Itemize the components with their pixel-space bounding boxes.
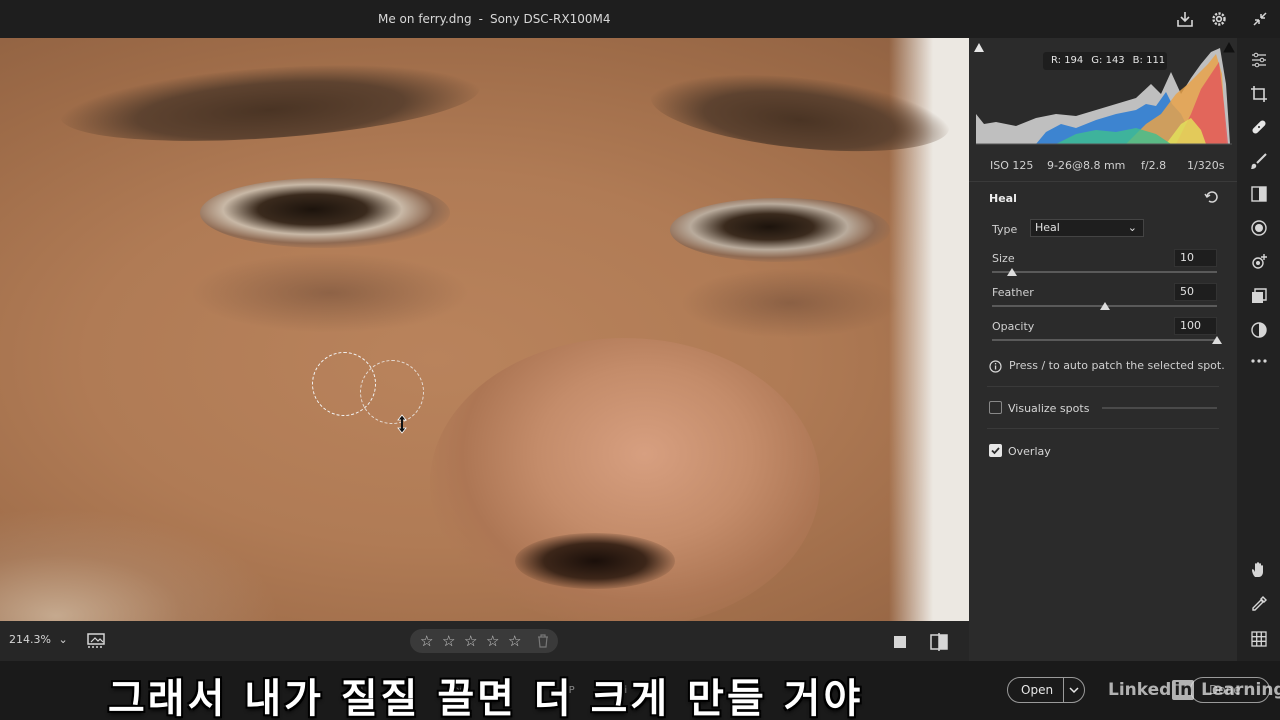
linear-gradient-icon[interactable]	[1250, 185, 1268, 203]
rgb-g-value: G: 143	[1091, 55, 1125, 66]
grid-icon[interactable]	[1250, 630, 1268, 648]
move-cursor-icon	[397, 414, 407, 434]
edit-sliders-icon[interactable]	[1250, 51, 1268, 69]
highlight-clipping-icon[interactable]	[1223, 42, 1235, 54]
overlay-label: Overlay	[1008, 445, 1051, 458]
open-button[interactable]: Open	[1007, 677, 1085, 703]
exif-lens: 9-26@8.8 mm	[1047, 159, 1126, 172]
feather-label: Feather	[992, 286, 1034, 299]
file-name: Me on ferry.dng	[378, 12, 472, 26]
panel-divider	[987, 386, 1219, 387]
panel-divider	[969, 181, 1237, 182]
camera-name: Sony DSC-RX100M4	[489, 12, 611, 26]
rgb-r-value: R: 194	[1051, 55, 1084, 66]
size-label: Size	[992, 252, 1015, 265]
size-slider-thumb[interactable]	[1007, 268, 1018, 276]
feather-slider-thumb[interactable]	[1099, 302, 1110, 310]
healing-bandage-icon[interactable]	[1250, 118, 1268, 136]
heal-target-spot[interactable]	[360, 360, 424, 424]
star-rating[interactable]: ☆ ☆ ☆ ☆ ☆	[410, 629, 558, 653]
chevron-down-icon[interactable]	[1068, 685, 1080, 695]
type-select[interactable]: Heal ⌄	[1030, 219, 1144, 237]
star-4[interactable]: ☆	[486, 632, 499, 650]
zoom-level: 214.3%	[9, 633, 51, 646]
exif-aperture: f/2.8	[1141, 159, 1167, 172]
crop-icon[interactable]	[1250, 85, 1268, 103]
document-title: Me on ferry.dng - Sony DSC-RX100M4	[378, 12, 610, 26]
open-button-divider	[1063, 678, 1064, 702]
title-bar: Me on ferry.dng - Sony DSC-RX100M4	[0, 0, 1280, 38]
video-subtitle: 그래서 내가 질질 끌면 더 크게 만들 거야	[108, 676, 864, 720]
canvas-toolbar: 214.3% ⌄ ☆ ☆ ☆ ☆ ☆	[0, 621, 969, 661]
checkmark-icon	[991, 447, 1000, 455]
overlay-checkbox[interactable]	[989, 444, 1002, 457]
type-label: Type	[992, 223, 1018, 236]
feather-input[interactable]: 50	[1174, 283, 1217, 301]
info-icon	[989, 360, 1002, 373]
rgb-b-value: B: 111	[1132, 55, 1166, 66]
photo-left-eyebrow	[58, 53, 482, 153]
hand-icon[interactable]	[1250, 561, 1268, 579]
single-view-icon[interactable]	[892, 634, 908, 650]
reset-icon[interactable]	[1204, 190, 1220, 204]
filmstrip-icon[interactable]	[86, 632, 106, 650]
title-separator: -	[478, 12, 483, 26]
watermark-learning: Learning	[1195, 680, 1280, 700]
save-icon[interactable]	[1176, 10, 1194, 28]
eyedropper-icon[interactable]	[1250, 595, 1268, 613]
auto-patch-hint: Press / to auto patch the selected spot.	[1009, 359, 1225, 372]
star-3[interactable]: ☆	[464, 632, 477, 650]
opacity-label: Opacity	[992, 320, 1035, 333]
opacity-input[interactable]: 100	[1174, 317, 1217, 335]
zoom-control[interactable]: 214.3% ⌄	[9, 633, 68, 646]
gear-icon[interactable]	[1210, 10, 1228, 28]
star-5[interactable]: ☆	[508, 632, 521, 650]
shadow-clipping-icon[interactable]	[973, 42, 985, 54]
visualize-spots-checkbox[interactable]	[989, 401, 1002, 414]
tool-rail	[1237, 38, 1280, 661]
photo-canvas[interactable]	[0, 38, 969, 621]
photo-stubble	[0, 508, 280, 621]
opacity-slider-thumb[interactable]	[1212, 336, 1222, 344]
presets-icon[interactable]	[1250, 287, 1268, 305]
panel-divider	[987, 428, 1219, 429]
watermark-in: in	[1172, 680, 1195, 700]
chevron-down-icon: ⌄	[58, 633, 68, 646]
photo-left-under-eye	[190, 253, 470, 333]
type-select-value: Heal	[1035, 221, 1060, 234]
red-eye-icon[interactable]	[1250, 253, 1268, 271]
star-1[interactable]: ☆	[420, 632, 433, 650]
exif-iso: ISO 125	[990, 159, 1034, 172]
photo-left-eye	[200, 178, 450, 248]
more-icon[interactable]	[1250, 352, 1268, 370]
watermark-linked: Linked	[1108, 680, 1172, 700]
visualize-spots-slider[interactable]	[1102, 407, 1217, 409]
linkedin-learning-watermark: Linked in Learning	[1108, 680, 1280, 700]
opacity-slider[interactable]	[992, 339, 1217, 341]
rgb-readout: R: 194 G: 143 B: 111	[1043, 52, 1167, 70]
size-input[interactable]: 10	[1174, 249, 1217, 267]
star-2[interactable]: ☆	[442, 632, 455, 650]
size-slider[interactable]	[992, 271, 1217, 273]
visualize-spots-label: Visualize spots	[1008, 402, 1090, 415]
versions-icon[interactable]	[1250, 321, 1268, 339]
photo-right-eye	[670, 198, 890, 262]
brush-icon[interactable]	[1250, 152, 1268, 170]
before-after-icon[interactable]	[929, 633, 949, 651]
photo-right-under-eye	[680, 268, 900, 338]
open-button-label: Open	[1021, 683, 1054, 697]
heal-section-title: Heal	[989, 192, 1017, 205]
collapse-icon[interactable]	[1251, 10, 1269, 28]
trash-icon[interactable]	[537, 634, 549, 648]
chevron-down-icon: ⌄	[1127, 221, 1137, 234]
histogram: R: 194 G: 143 B: 111	[969, 38, 1237, 148]
radial-gradient-icon[interactable]	[1250, 219, 1268, 237]
photo-nostrils	[515, 533, 675, 589]
exif-shutter: 1/320s	[1187, 159, 1225, 172]
edit-panel: R: 194 G: 143 B: 111 ISO 125 9-26@8.8 mm f…	[969, 38, 1237, 661]
